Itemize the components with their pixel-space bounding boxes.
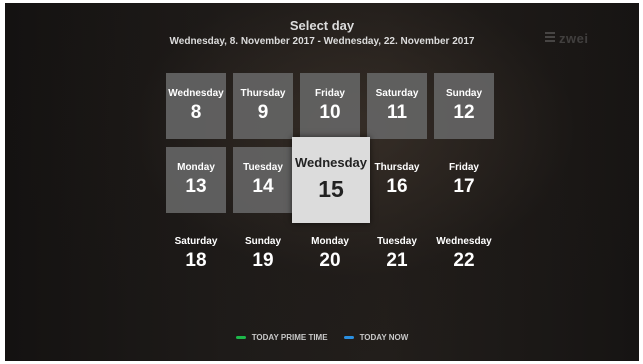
day-tile-22[interactable]: Wednesday 22 [434, 221, 494, 287]
day-weekday: Wednesday [436, 236, 492, 247]
day-number: 20 [319, 250, 341, 271]
header: Select day Wednesday, 8. November 2017 -… [5, 18, 639, 49]
day-number: 9 [257, 102, 269, 123]
day-number: 18 [185, 250, 207, 271]
legend: TODAY PRIME TIME TODAY NOW [5, 333, 639, 342]
day-number: 11 [386, 102, 408, 123]
day-number: 21 [386, 250, 408, 271]
channel-logo-icon [545, 32, 555, 44]
day-number: 15 [318, 176, 344, 202]
day-tile-20[interactable]: Monday 20 [300, 221, 360, 287]
day-number: 14 [252, 176, 274, 197]
day-tile-13[interactable]: Monday 13 [166, 147, 226, 213]
day-number: 12 [453, 102, 475, 123]
date-range: Wednesday, 8. November 2017 - Wednesday,… [169, 36, 475, 47]
day-weekday: Monday [311, 236, 349, 247]
channel-logo: zwei [545, 30, 599, 46]
day-number: 19 [252, 250, 274, 271]
day-number: 8 [190, 102, 202, 123]
day-weekday: Wednesday [168, 88, 224, 99]
day-tile-19[interactable]: Sunday 19 [233, 221, 293, 287]
day-number: 22 [453, 250, 475, 271]
day-tile-17[interactable]: Friday 17 [434, 147, 494, 213]
day-weekday: Wednesday [294, 155, 367, 170]
page-title: Select day [289, 18, 355, 33]
green-bar-icon [235, 336, 246, 339]
channel-logo-text: zwei [559, 30, 589, 46]
legend-today-now[interactable]: TODAY NOW [343, 333, 409, 342]
day-tile-8[interactable]: Wednesday 8 [166, 73, 226, 139]
day-number: 13 [185, 176, 207, 197]
day-weekday: Thursday [374, 162, 420, 173]
day-weekday: Saturday [174, 236, 218, 247]
day-tile-10[interactable]: Friday 10 [300, 73, 360, 139]
day-tile-12[interactable]: Sunday 12 [434, 73, 494, 139]
blue-bar-icon [343, 336, 354, 339]
day-tile-11[interactable]: Saturday 11 [367, 73, 427, 139]
day-weekday: Sunday [244, 236, 282, 247]
day-tile-15-selected[interactable]: Wednesday 15 [292, 137, 370, 223]
day-number: 17 [453, 176, 475, 197]
legend-label: TODAY NOW [359, 333, 409, 342]
tv-screen: Select day Wednesday, 8. November 2017 -… [5, 3, 639, 361]
day-tile-16[interactable]: Thursday 16 [367, 147, 427, 213]
legend-today-prime-time[interactable]: TODAY PRIME TIME [235, 333, 328, 342]
day-number: 10 [319, 102, 341, 123]
day-weekday: Sunday [445, 88, 483, 99]
day-weekday: Tuesday [243, 162, 283, 173]
day-tile-9[interactable]: Thursday 9 [233, 73, 293, 139]
day-weekday: Friday [314, 88, 345, 99]
day-weekday: Monday [177, 162, 215, 173]
day-number: 16 [386, 176, 408, 197]
day-weekday: Thursday [240, 88, 286, 99]
day-tile-14[interactable]: Tuesday 14 [233, 147, 293, 213]
day-tile-21[interactable]: Tuesday 21 [367, 221, 427, 287]
day-tile-18[interactable]: Saturday 18 [166, 221, 226, 287]
day-weekday: Saturday [375, 88, 419, 99]
legend-label: TODAY PRIME TIME [251, 333, 328, 342]
day-weekday: Tuesday [377, 236, 417, 247]
day-weekday: Friday [448, 162, 479, 173]
